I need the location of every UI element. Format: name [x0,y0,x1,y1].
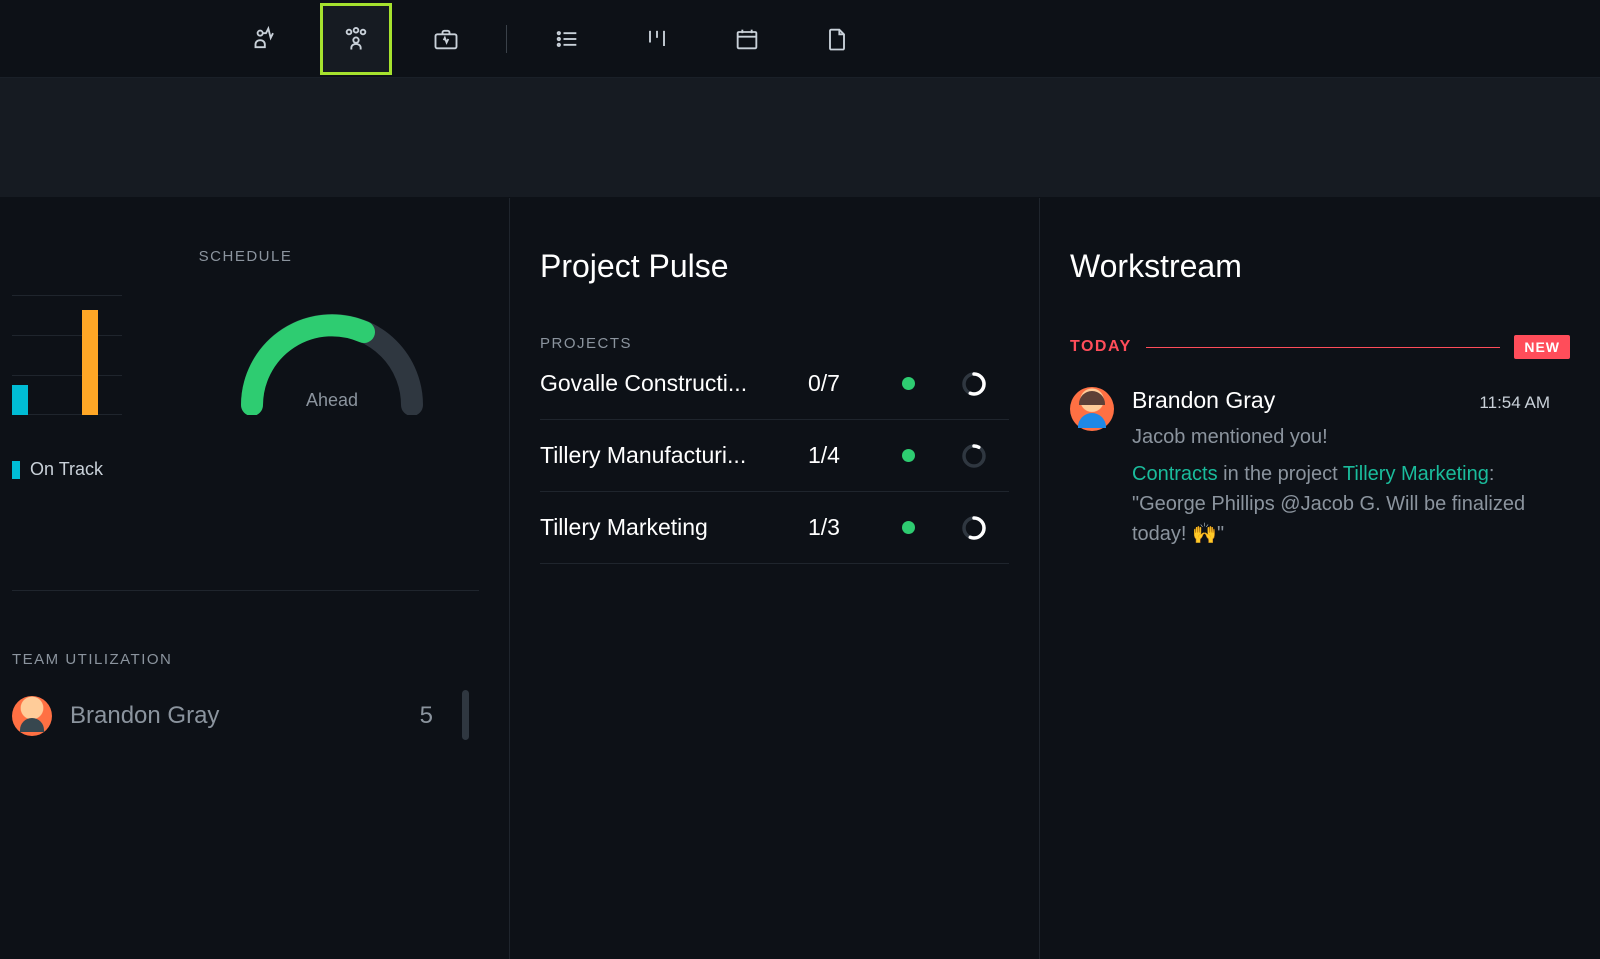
project-pulse-title: Project Pulse [540,248,1009,285]
nav-pulse-icon[interactable] [230,3,302,75]
scrollbar-thumb[interactable] [462,690,469,740]
feed-subtitle: Jacob mentioned you! [1132,426,1550,449]
schedule-label: SCHEDULE [12,248,479,265]
divider [12,590,479,591]
bar-1 [12,385,28,415]
header-band [0,78,1600,198]
nav-briefcase-icon[interactable] [410,3,482,75]
avatar [12,696,52,736]
team-row[interactable]: Brandon Gray 5 [12,696,479,736]
nav-file-icon[interactable] [801,3,873,75]
today-label: TODAY [1070,338,1132,356]
project-name: Govalle Constructi... [540,370,790,397]
main-content: SCHEDULE Ahead On Track [0,198,1600,959]
nav-list-icon[interactable] [531,3,603,75]
team-member-count: 5 [420,702,479,730]
nav-board-icon[interactable] [621,3,693,75]
status-dot-icon [902,521,915,534]
legend-swatch [12,461,20,479]
gauge-label: Ahead [306,390,358,411]
progress-ring-icon [961,515,987,541]
legend-label: On Track [30,459,103,480]
projects-subhead: PROJECTS [540,335,1009,352]
bar-2 [82,310,98,415]
project-row[interactable]: Govalle Constructi... 0/7 [540,352,1009,420]
team-utilization-label: TEAM UTILIZATION [12,651,479,668]
schedule-bar-chart [12,295,122,415]
top-nav [0,0,1600,78]
project-row[interactable]: Tillery Manufacturi... 1/4 [540,420,1009,492]
avatar [1070,387,1114,431]
feed-time: 11:54 AM [1479,393,1550,413]
status-dot-icon [902,449,915,462]
feed-author: Brandon Gray [1132,387,1275,414]
nav-team-icon[interactable] [320,3,392,75]
project-row[interactable]: Tillery Marketing 1/3 [540,492,1009,564]
new-badge: NEW [1514,335,1570,359]
project-ratio: 1/3 [808,514,864,541]
schedule-gauge: Ahead [232,295,432,415]
team-member-name: Brandon Gray [70,702,219,730]
project-name: Tillery Marketing [540,514,790,541]
feed-link-project[interactable]: Tillery Marketing [1343,463,1489,485]
nav-calendar-icon[interactable] [711,3,783,75]
column-schedule: SCHEDULE Ahead On Track [0,198,510,959]
column-workstream: Workstream TODAY NEW Brandon Gray 11:54 … [1040,198,1600,959]
feed-item[interactable]: Brandon Gray 11:54 AM Jacob mentioned yo… [1070,387,1570,549]
status-dot-icon [902,377,915,390]
workstream-title: Workstream [1070,248,1570,285]
workstream-today-divider: TODAY NEW [1070,335,1570,359]
feed-message: Contracts in the project Tillery Marketi… [1132,459,1550,549]
feed-link-contracts[interactable]: Contracts [1132,463,1218,485]
legend-on-track: On Track [12,459,479,480]
divider-line [1146,347,1501,348]
project-ratio: 0/7 [808,370,864,397]
project-name: Tillery Manufacturi... [540,442,790,469]
progress-ring-icon [961,371,987,397]
column-project-pulse: Project Pulse PROJECTS Govalle Construct… [510,198,1040,959]
nav-divider [506,25,507,53]
project-ratio: 1/4 [808,442,864,469]
project-list: Govalle Constructi... 0/7 Tillery Manufa… [540,352,1009,564]
progress-ring-icon [961,443,987,469]
